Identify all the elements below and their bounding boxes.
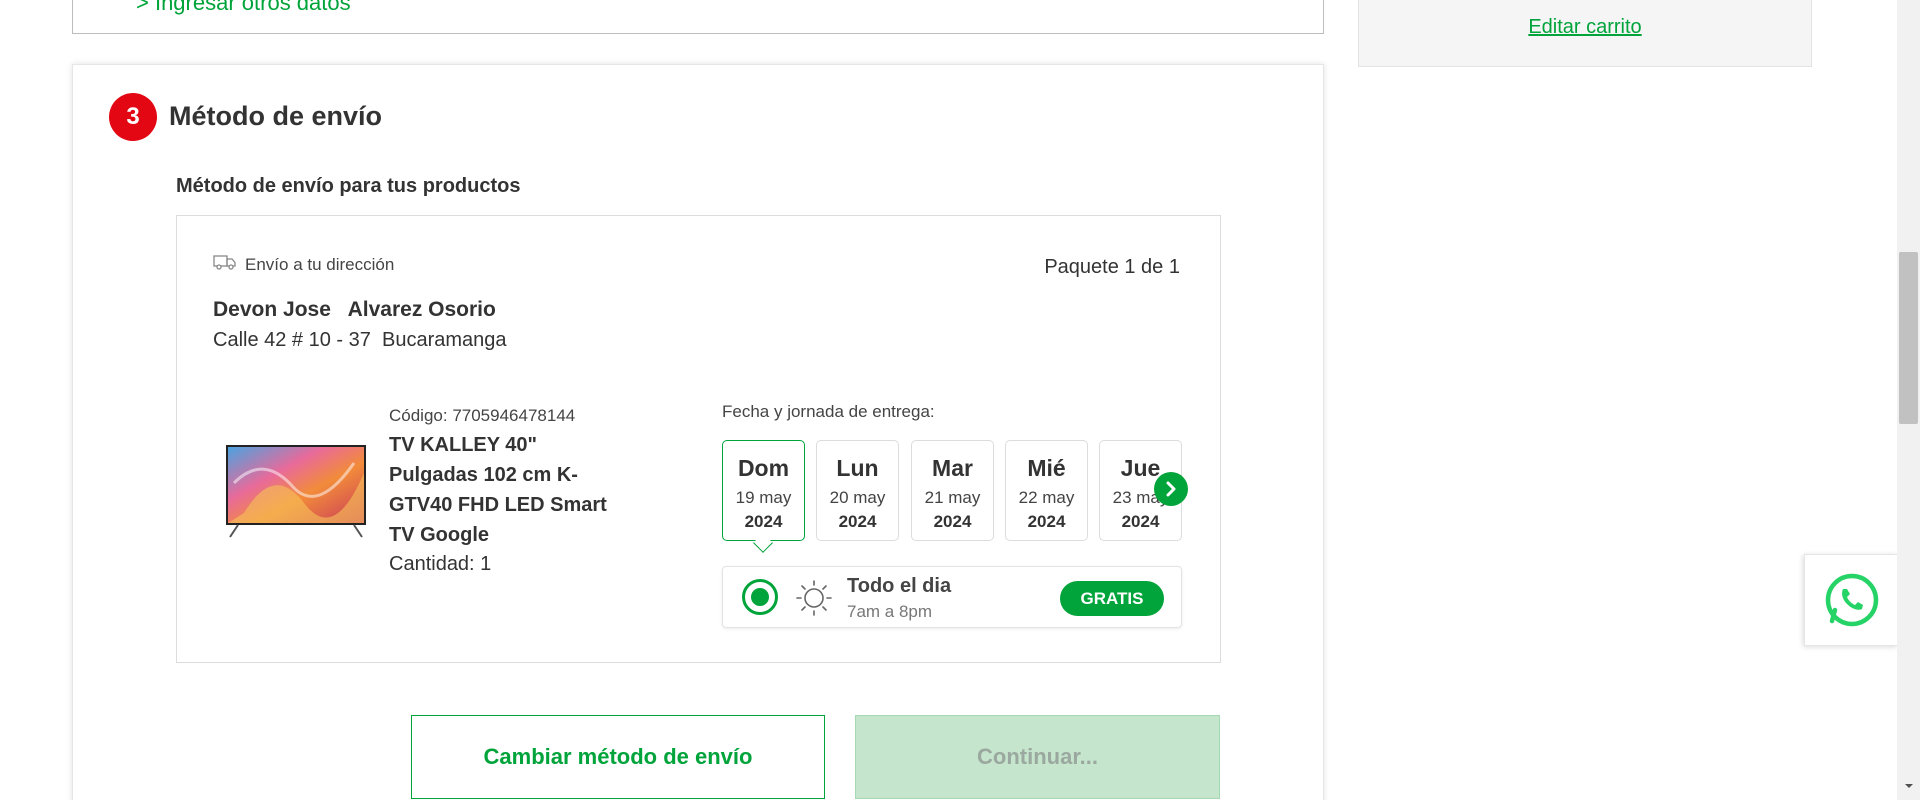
- date-weekday: Mar: [932, 455, 973, 481]
- continue-button[interactable]: Continuar...: [855, 715, 1220, 799]
- package-count: Paquete 1 de 1: [1044, 256, 1180, 278]
- date-option[interactable]: Mié 22 may 2024: [1005, 440, 1088, 541]
- date-year: 2024: [1027, 512, 1066, 531]
- slot-time: 7am a 8pm: [847, 602, 933, 621]
- delivery-address: Calle 42 # 10 - 37 Bucaramanga: [213, 329, 507, 351]
- selected-caret: [753, 533, 773, 553]
- date-weekday: Lun: [836, 455, 879, 481]
- date-option[interactable]: Dom 19 may 2024: [722, 440, 805, 553]
- recipient-name: Devon Jose Alvarez Osorio: [213, 298, 496, 321]
- scrollbar-thumb[interactable]: [1899, 252, 1918, 424]
- next-dates-button[interactable]: [1154, 472, 1188, 506]
- date-option[interactable]: Mar 21 may 2024: [911, 440, 994, 541]
- whatsapp-button[interactable]: [1804, 554, 1898, 646]
- sun-icon: [796, 580, 832, 616]
- date-weekday: Mié: [1027, 455, 1066, 481]
- date-year: 2024: [1121, 512, 1160, 531]
- order-summary-panel: Editar carrito: [1358, 0, 1812, 67]
- date-day-month: 20 may: [829, 488, 886, 507]
- shipping-method-card: 3 Método de envío Método de envío para t…: [72, 64, 1324, 800]
- ship-type-label: Envío a tu dirección: [245, 254, 395, 274]
- product-quantity: Cantidad: 1: [389, 553, 492, 575]
- product-name: TV KALLEY 40" Pulgadas 102 cm K-GTV40 FH…: [389, 434, 607, 546]
- other-data-link[interactable]: > Ingresar otros datos: [136, 0, 351, 16]
- change-shipping-method-button[interactable]: Cambiar método de envío: [411, 715, 825, 799]
- whatsapp-icon: [1825, 573, 1878, 627]
- date-day-month: 21 may: [924, 488, 981, 507]
- tv-product-image: [226, 445, 366, 538]
- chevron-right-icon: [1166, 481, 1176, 497]
- edit-cart-link[interactable]: Editar carrito: [1359, 16, 1811, 39]
- delivery-slot-option[interactable]: Todo el dia 7am a 8pm GRATIS: [722, 566, 1182, 628]
- date-year: 2024: [744, 512, 783, 531]
- step-number-badge: 3: [109, 93, 157, 141]
- product-code: Código: 7705946478144: [389, 406, 576, 425]
- date-day-month: 22 may: [1018, 488, 1075, 507]
- slot-radio[interactable]: [742, 579, 778, 615]
- date-option[interactable]: Lun 20 may 2024: [816, 440, 899, 541]
- section-subtitle: Método de envío para tus productos: [176, 175, 521, 197]
- package-box: Envío a tu dirección Paquete 1 de 1 Devo…: [176, 215, 1221, 663]
- truck-icon: [213, 254, 237, 275]
- delivery-date-label: Fecha y jornada de entrega:: [722, 402, 935, 421]
- delivery-date-picker: Dom 19 may 2024 Lun 20 may 2024 Mar 21 m…: [722, 440, 1188, 553]
- slot-title: Todo el dia: [847, 575, 952, 597]
- date-weekday: Dom: [737, 455, 790, 481]
- ship-type: Envío a tu dirección: [213, 254, 394, 275]
- free-shipping-badge: GRATIS: [1060, 581, 1164, 616]
- section-title: Método de envío: [169, 101, 383, 131]
- date-year: 2024: [933, 512, 972, 531]
- scroll-down-arrow-icon[interactable]: [1899, 776, 1918, 796]
- date-year: 2024: [838, 512, 877, 531]
- date-day-month: 19 may: [735, 488, 792, 507]
